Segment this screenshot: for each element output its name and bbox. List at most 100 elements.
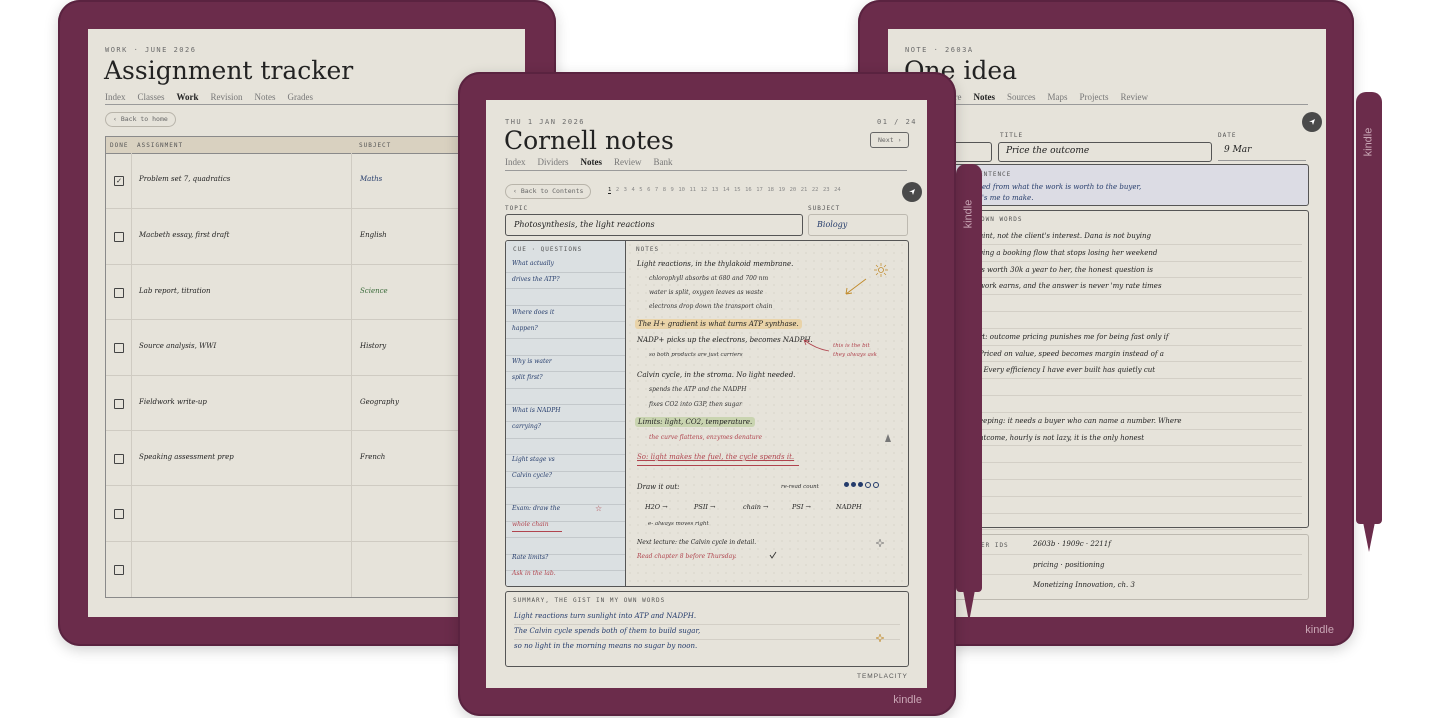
star-icon: ☆ bbox=[595, 504, 603, 513]
reread-dot-filled[interactable] bbox=[844, 482, 849, 487]
reread-dot-empty[interactable] bbox=[873, 482, 879, 488]
done-checkbox[interactable] bbox=[114, 232, 124, 243]
assignment-cell[interactable]: Speaking assessment prep bbox=[139, 453, 234, 461]
page-number-link[interactable]: 16 bbox=[745, 187, 752, 194]
subject-field[interactable]: Biology bbox=[808, 214, 908, 236]
tab-notes[interactable]: Notes bbox=[974, 92, 996, 102]
page-number-link[interactable]: 4 bbox=[631, 187, 634, 194]
topic-value: Photosynthesis, the light reactions bbox=[514, 220, 655, 229]
reread-dots[interactable] bbox=[844, 482, 879, 488]
page-number-link[interactable]: 13 bbox=[712, 187, 719, 194]
cue-question: Rate limits? bbox=[512, 554, 549, 561]
reread-dot-filled[interactable] bbox=[858, 482, 863, 487]
done-checkbox[interactable] bbox=[114, 509, 124, 520]
date-eyebrow: THU 1 JAN 2026 bbox=[505, 118, 586, 126]
reread-dot-filled[interactable] bbox=[851, 482, 856, 487]
cue-rule-line bbox=[506, 354, 625, 356]
page-number-link[interactable]: 22 bbox=[812, 187, 819, 194]
tab-review[interactable]: Review bbox=[1121, 92, 1149, 102]
page-number-link[interactable]: 15 bbox=[734, 187, 741, 194]
own-words-rule bbox=[951, 327, 1302, 329]
subject-cell[interactable]: Science bbox=[360, 287, 388, 295]
summary-box: SUMMARY, THE GIST IN MY OWN WORDS Light … bbox=[505, 591, 909, 667]
tab-index[interactable]: Index bbox=[105, 92, 126, 102]
page-number-link[interactable]: 8 bbox=[663, 187, 666, 194]
back-to-contents-button[interactable]: ‹ Back to Contents bbox=[505, 184, 592, 199]
subject-cell[interactable]: History bbox=[360, 342, 386, 350]
date-field[interactable]: 9 Mar bbox=[1218, 142, 1306, 161]
page-number-link[interactable]: 10 bbox=[678, 187, 685, 194]
title-value: Price the outcome bbox=[1006, 146, 1090, 156]
title-field[interactable]: Price the outcome bbox=[998, 142, 1212, 162]
cue-question: split first? bbox=[512, 374, 543, 381]
notes-column: NOTES Light reactions, in the thylakoid … bbox=[626, 241, 908, 586]
page-number-link[interactable]: 11 bbox=[689, 187, 696, 194]
tab-index[interactable]: Index bbox=[505, 157, 526, 167]
meta-line-1 bbox=[981, 554, 1302, 555]
assignment-cell[interactable]: Macbeth essay, first draft bbox=[139, 231, 229, 239]
cornell-body: CUE · QUESTIONS What actually drives the … bbox=[505, 240, 909, 587]
tab-notes[interactable]: Notes bbox=[581, 157, 603, 167]
topic-field[interactable]: Photosynthesis, the light reactions bbox=[505, 214, 803, 236]
reread-dot-empty[interactable] bbox=[865, 482, 871, 488]
page-number-link[interactable]: 2 bbox=[616, 187, 619, 194]
page-number-link[interactable]: 14 bbox=[723, 187, 730, 194]
tab-work[interactable]: Work bbox=[177, 92, 199, 102]
left-field-box[interactable] bbox=[950, 142, 992, 162]
page-number-link[interactable]: 9 bbox=[671, 187, 674, 194]
assignment-cell[interactable]: Fieldwork write-up bbox=[139, 398, 207, 406]
page-number-link[interactable]: 20 bbox=[790, 187, 797, 194]
tab-projects[interactable]: Projects bbox=[1080, 92, 1109, 102]
cue-question: whole chain bbox=[512, 521, 549, 528]
done-checkbox[interactable] bbox=[114, 398, 124, 409]
own-words-rule bbox=[951, 512, 1302, 514]
subject-cell[interactable]: French bbox=[360, 453, 385, 461]
own-words-rule bbox=[951, 378, 1302, 380]
page-number-link[interactable]: 1 bbox=[608, 187, 612, 194]
tab-maps[interactable]: Maps bbox=[1048, 92, 1068, 102]
navigate-icon[interactable] bbox=[902, 182, 922, 202]
tab-revision[interactable]: Revision bbox=[211, 92, 243, 102]
cue-rule-line bbox=[506, 421, 625, 422]
center-screen: THU 1 JAN 2026 01 / 24 Cornell notes Nex… bbox=[486, 100, 927, 688]
assignment-cell[interactable]: Problem set 7, quadratics bbox=[139, 175, 230, 183]
assignment-cell[interactable]: Lab report, titration bbox=[139, 287, 210, 295]
tab-bank[interactable]: Bank bbox=[654, 157, 673, 167]
page-number-link[interactable]: 6 bbox=[647, 187, 650, 194]
page-number-link[interactable]: 17 bbox=[756, 187, 763, 194]
done-checkbox[interactable] bbox=[114, 287, 124, 298]
tab-dividers[interactable]: Dividers bbox=[538, 157, 569, 167]
done-checkbox[interactable] bbox=[114, 454, 124, 464]
assignment-cell[interactable]: Source analysis, WWI bbox=[139, 342, 216, 350]
done-checkbox[interactable] bbox=[114, 564, 124, 575]
page-number-link[interactable]: 19 bbox=[778, 187, 785, 194]
stylus-center: kindle bbox=[956, 164, 982, 592]
tab-classes[interactable]: Classes bbox=[138, 92, 165, 102]
tab-notes[interactable]: Notes bbox=[255, 92, 276, 102]
page-number-link[interactable]: 7 bbox=[655, 187, 658, 194]
tab-sources[interactable]: Sources bbox=[1007, 92, 1036, 102]
done-checkbox[interactable]: ✓ bbox=[114, 176, 124, 186]
page-number-link[interactable]: 23 bbox=[823, 187, 830, 194]
navigate-icon[interactable] bbox=[1302, 112, 1322, 132]
subject-cell[interactable]: Maths bbox=[360, 175, 382, 183]
page-number-link[interactable]: 12 bbox=[701, 187, 708, 194]
page-counter: 01 / 24 bbox=[877, 118, 918, 126]
subject-cell[interactable]: Geography bbox=[360, 398, 399, 406]
own-words-rule bbox=[951, 395, 1302, 396]
tab-grades[interactable]: Grades bbox=[288, 92, 314, 102]
page-number-link[interactable]: 21 bbox=[801, 187, 808, 194]
page-number-link[interactable]: 18 bbox=[767, 187, 774, 194]
cue-question: Why is water bbox=[512, 358, 552, 365]
note-line-9: spends the ATP and the NADPH bbox=[649, 386, 747, 393]
page-number-link[interactable]: 5 bbox=[639, 187, 642, 194]
next-button[interactable]: Next › bbox=[870, 132, 910, 148]
page-number-link[interactable]: 3 bbox=[624, 187, 627, 194]
tab-review[interactable]: Review bbox=[614, 157, 642, 167]
subject-cell[interactable]: English bbox=[360, 231, 387, 239]
done-checkbox[interactable] bbox=[114, 343, 124, 354]
note-tabs-divider bbox=[950, 104, 1308, 105]
page-number-link[interactable]: 24 bbox=[834, 187, 841, 194]
back-to-home-button[interactable]: ‹ Back to home bbox=[105, 112, 176, 127]
cue-underline bbox=[512, 531, 562, 532]
